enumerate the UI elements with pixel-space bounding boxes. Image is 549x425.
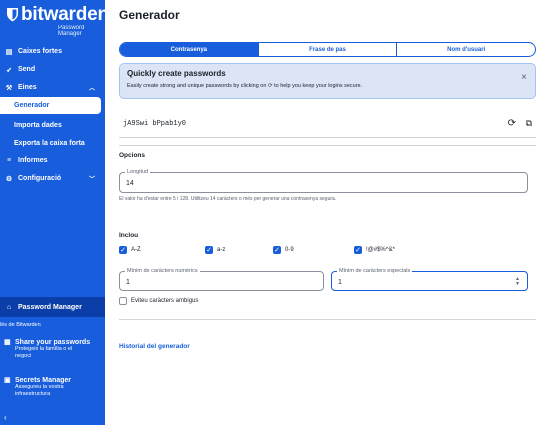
checkbox-checked-icon: ✓ (205, 246, 213, 254)
length-input[interactable]: 14 (126, 180, 134, 187)
tab-passphrase[interactable]: Frase de pas (257, 43, 397, 56)
min-special-input[interactable]: 1 (338, 279, 342, 286)
vault-icon: ▤ (5, 48, 13, 56)
promo-title: Secrets Manager (15, 376, 72, 384)
chevron-up-icon: ︿ (88, 86, 95, 92)
sidebar: bitwarden Password Manager ▤ Caixes fort… (0, 0, 109, 425)
sidebar-item-settings[interactable]: ⚙ Configuració ﹀ (0, 170, 105, 187)
sidebar-item-label: Configuració (18, 175, 62, 182)
checkbox-avoid-ambiguous[interactable]: Eviteu caràcters ambigus (119, 297, 198, 305)
include-heading: Inclou (119, 232, 139, 239)
promo-title: Share your passwords (15, 338, 91, 346)
checkbox-uppercase[interactable]: ✓ A-Z (119, 246, 141, 254)
tab-password[interactable]: Contrasenya (120, 43, 258, 56)
length-field[interactable]: Longitud 14 (119, 169, 528, 193)
min-special-field[interactable]: Mínim de caràcters especials 1 ▲ ▼ (331, 268, 528, 291)
checkbox-label: Eviteu caràcters ambigus (131, 298, 199, 304)
promo-secrets-manager[interactable]: ▣ Secrets Manager Assegureu la vostra inf… (4, 376, 104, 397)
callout-description: Easily create strong and unique password… (127, 83, 363, 89)
sidebar-item-export[interactable]: Exporta la caixa forta (0, 135, 105, 152)
secrets-icon: ▣ (4, 377, 11, 384)
sidebar-item-label: Send (18, 66, 36, 73)
family-icon: ▦ (4, 339, 11, 346)
generator-history-link[interactable]: Historial del generador (119, 343, 190, 350)
sidebar-item-reports[interactable]: ≡ Informes (0, 152, 105, 169)
sidebar-item-generator[interactable]: Generador (0, 97, 101, 114)
checkbox-lowercase[interactable]: ✓ a-z (205, 246, 225, 254)
sidebar-item-import[interactable]: Importa dades (0, 117, 105, 134)
checkbox-special[interactable]: ✓ !@#$%^&* (354, 246, 395, 254)
divider (119, 145, 536, 146)
page-title: Generador (119, 8, 180, 22)
checkbox-checked-icon: ✓ (354, 246, 362, 254)
lock-icon: ⌂ (6, 303, 12, 311)
divider (119, 319, 536, 320)
sidebar-item-label: Informes (18, 157, 48, 164)
generated-password: jA9Swi bPpab1y0 (123, 120, 187, 128)
collapse-sidebar-icon[interactable]: ‹ (4, 413, 7, 422)
checkbox-numbers[interactable]: ✓ 0-9 (273, 246, 294, 254)
checkbox-checked-icon: ✓ (273, 246, 281, 254)
chevron-down-icon: ﹀ (88, 177, 95, 183)
generated-password-row: jA9Swi bPpab1y0 ⟳ ⧉ (119, 116, 536, 138)
checkbox-label: 0-9 (285, 247, 294, 253)
reports-icon: ≡ (6, 157, 12, 164)
sidebar-item-label: Eines (18, 84, 37, 91)
promo-share-passwords[interactable]: ▦ Share your passwords Protegeix la famíl… (4, 338, 104, 359)
shield-logo-icon (7, 8, 18, 22)
settings-icon: ⚙ (5, 175, 13, 183)
close-icon[interactable]: × (521, 72, 527, 83)
checkbox-label: !@#$%^&* (366, 247, 395, 253)
brand-logo[interactable]: bitwarden Password Manager (6, 4, 109, 37)
callout-title: Quickly create passwords (127, 69, 226, 78)
more-from-bitwarden-label: lés de Bitwarden (0, 322, 41, 328)
min-special-label: Mínim de caràcters especials (337, 268, 413, 274)
brand-subtitle: Password Manager (58, 25, 85, 37)
length-label: Longitud (125, 169, 151, 175)
product-switcher[interactable]: ⌂ Password Manager (0, 297, 105, 317)
sidebar-item-label: Generador (14, 102, 50, 109)
generator-type-tabs: Contrasenya Frase de pas Nom d'usuari (119, 42, 536, 57)
min-numbers-field[interactable]: Mínim de caràcters numèrics 1 (119, 268, 324, 291)
tab-username[interactable]: Nom d'usuari (396, 43, 535, 56)
checkbox-unchecked-icon (119, 297, 127, 305)
tools-icon: ⚒ (5, 84, 13, 92)
checkbox-checked-icon: ✓ (119, 246, 127, 254)
min-numbers-input[interactable]: 1 (126, 279, 130, 286)
min-numbers-label: Mínim de caràcters numèrics (125, 268, 200, 274)
regenerate-icon[interactable]: ⟳ (508, 118, 516, 129)
checkbox-label: a-z (217, 247, 226, 253)
product-switcher-label: Password Manager (18, 303, 82, 311)
main-content: Generador Contrasenya Frase de pas Nom d… (105, 0, 549, 425)
sidebar-item-label: Importa dades (14, 122, 62, 129)
checkbox-label: A-Z (131, 247, 141, 253)
sidebar-item-send[interactable]: ➶ Send (0, 61, 105, 78)
sidebar-item-tools[interactable]: ⚒ Eines ︿ (0, 79, 105, 96)
promo-desc: infraestructura (15, 390, 51, 397)
sidebar-item-vaults[interactable]: ▤ Caixes fortes (0, 43, 105, 60)
info-callout: Quickly create passwords Easily create s… (119, 63, 536, 99)
send-icon: ➶ (6, 66, 12, 74)
promo-desc: negoci (15, 352, 32, 359)
brand-name: bitwarden (21, 4, 109, 25)
sidebar-item-label: Caixes fortes (18, 48, 62, 55)
options-heading: Opcions (119, 152, 146, 159)
length-hint: El valor ha d'estar entre 5 i 128. Utili… (119, 196, 337, 202)
sidebar-item-label: Exporta la caixa forta (14, 140, 85, 147)
copy-icon[interactable]: ⧉ (526, 118, 532, 129)
stepper-arrows-icon[interactable]: ▲ ▼ (515, 277, 520, 287)
